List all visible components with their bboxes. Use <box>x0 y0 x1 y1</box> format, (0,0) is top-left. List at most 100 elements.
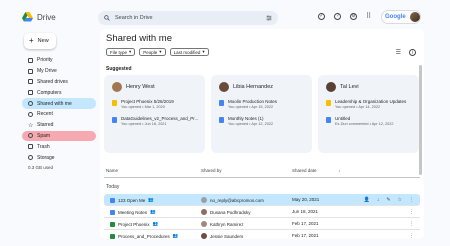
avatar <box>201 221 207 227</box>
shared-people-icon: 👥 <box>148 197 154 202</box>
download-icon[interactable]: ↓ <box>377 197 380 203</box>
row-name-cell: Project Phoenix 👥 <box>110 221 158 227</box>
more-options-icon[interactable]: ⋮ <box>409 209 414 215</box>
row-shared-by-cell: Jessie Saunders <box>201 233 243 239</box>
table-row[interactable]: 123 Open Me 👥 no_reply@abcpromos.com May… <box>104 194 420 206</box>
file-name: Meeting Notes <box>118 209 148 215</box>
app-name: Drive <box>37 12 56 22</box>
cloud-icon <box>28 155 33 161</box>
suggested-card[interactable]: Henry West Project Phoenix 5/26/2019 You… <box>104 75 205 153</box>
drive-icon <box>28 68 33 74</box>
sidebar-item-starred[interactable]: ☆ Starred <box>22 120 96 131</box>
new-button-label: New <box>37 38 49 44</box>
filter-people[interactable]: People ▾ <box>139 48 166 56</box>
row-name-cell: Process_and_Procedures 👥 <box>110 233 178 239</box>
avatar <box>409 12 420 22</box>
row-name-cell: Meeting Notes 👥 <box>110 209 156 215</box>
file-activity: You opened • Apr 15, 2022 <box>228 105 274 109</box>
file-activity: You opened • Apr 12, 2022 <box>228 122 274 126</box>
new-button[interactable]: + New <box>24 33 56 49</box>
sidebar-item-my-drive[interactable]: My Drive <box>22 66 96 77</box>
file-name: Leadership & Organization Updates <box>335 99 407 104</box>
filter-label: People <box>143 49 158 55</box>
table-row[interactable]: Meeting Notes 👥 Dusana Podhradsky Jun 18… <box>104 206 420 218</box>
more-options-icon[interactable]: ⋮ <box>409 221 414 227</box>
card-file[interactable]: Monthly Notes (1) You opened • Apr 12, 2… <box>219 116 273 126</box>
shared-people-icon: 👥 <box>150 209 156 214</box>
row-name-cell: 123 Open Me 👥 <box>110 197 154 203</box>
file-name: Project Phoenix <box>118 221 150 227</box>
edit-icon[interactable]: ✎ <box>386 197 390 203</box>
column-shared-by[interactable]: Shared by <box>201 168 222 173</box>
account-button[interactable]: Google <box>381 10 421 24</box>
docs-file-icon <box>110 197 115 203</box>
card-file[interactable]: Moolin Production Notes You opened • Apr… <box>219 99 277 109</box>
share-icon[interactable]: 👤 <box>364 197 370 203</box>
sidebar-item-trash[interactable]: Trash <box>22 141 96 152</box>
apps-grid-icon[interactable]: ⠿ <box>366 12 371 20</box>
file-activity: You opened • Mar 1, 2020 <box>121 105 165 109</box>
column-shared-date[interactable]: Shared date <box>292 168 317 173</box>
sidebar-item-spam[interactable]: Spam <box>22 130 96 142</box>
more-options-icon[interactable]: ⋮ <box>409 197 414 203</box>
sidebar-item-label: Trash <box>37 143 50 150</box>
docs-file-icon <box>112 116 117 123</box>
sidebar-item-recent[interactable]: Recent <box>22 109 96 120</box>
info-icon[interactable]: i <box>409 49 416 56</box>
card-file[interactable]: Project Phoenix 5/26/2019 You opened • M… <box>112 99 174 109</box>
shared-people-icon: 👥 <box>172 233 179 238</box>
sidebar-item-computers[interactable]: Computers <box>22 87 96 98</box>
table-row[interactable]: Process_and_Procedures 👥 Jessie Saunders… <box>104 230 420 242</box>
search-options-icon[interactable] <box>266 15 272 21</box>
help-icon[interactable]: ? <box>334 12 341 20</box>
search-input[interactable]: Search in Drive <box>115 15 261 21</box>
suggested-card[interactable]: Libia Hernandez Moolin Production Notes … <box>211 75 312 153</box>
card-file[interactable]: Untitled Ex-Duri commented • Apr 12, 202… <box>326 116 394 126</box>
shared-by-name: Kathryn Ramirez <box>210 221 244 227</box>
spam-icon <box>28 133 33 139</box>
computer-icon <box>28 90 33 96</box>
row-shared-by-cell: Kathryn Ramirez <box>201 221 244 227</box>
priority-icon <box>28 57 33 63</box>
file-name: Monthly Notes (1) <box>228 116 264 121</box>
filter-last-modified[interactable]: Last modified ▾ <box>169 48 209 56</box>
sidebar-item-label: Priority <box>37 57 53 64</box>
sidebar-item-label: Starred <box>37 122 54 129</box>
scrollbar[interactable] <box>419 65 422 175</box>
list-view-icon[interactable]: ☰ <box>396 49 401 56</box>
sidebar-item-shared-drives[interactable]: Shared drives <box>22 77 96 88</box>
more-options-icon[interactable]: ⋮ <box>409 233 414 239</box>
file-activity: You opened • Jun 18, 2021 <box>121 122 167 126</box>
sidebar-item-shared-with-me[interactable]: Shared with me <box>22 98 96 109</box>
sidebar-item-priority[interactable]: Priority <box>22 55 96 66</box>
card-file[interactable]: DataGuidelines_v2_Process_and_Pr... You … <box>112 116 198 126</box>
shared-date: May 20, 2021 <box>292 197 320 202</box>
app-logo[interactable]: Drive <box>22 12 56 22</box>
star-icon[interactable]: ☆ <box>398 197 402 203</box>
sidebar-item-label: Shared with me <box>37 100 72 107</box>
offline-status-icon[interactable]: ✓ <box>318 12 325 20</box>
person-avatar <box>326 82 336 92</box>
sidebar-item-label: Spam <box>37 132 51 139</box>
trash-icon <box>28 144 33 150</box>
sidebar: Priority My Drive Shared drives Computer… <box>22 55 96 170</box>
filter-label: File type <box>110 49 128 55</box>
file-name: 123 Open Me <box>118 197 146 203</box>
file-activity: You opened • Apr 14, 2022 <box>335 105 381 109</box>
filter-file-type[interactable]: File type ▾ <box>106 48 136 56</box>
shared-people-icon: 👥 <box>152 221 159 226</box>
clock-icon <box>28 111 33 117</box>
table-row[interactable]: Project Phoenix 👥 Kathryn Ramirez Feb 17… <box>104 218 420 230</box>
settings-gear-icon[interactable]: ⚙ <box>350 12 357 20</box>
sidebar-item-label: Storage <box>37 154 55 161</box>
search-bar[interactable]: Search in Drive <box>98 11 278 25</box>
sort-arrow-down-icon[interactable]: ↓ <box>338 168 340 173</box>
row-actions: ⋮ <box>409 209 414 215</box>
person-name: Libia Hernandez <box>233 84 274 90</box>
sidebar-item-storage[interactable]: Storage <box>22 152 96 163</box>
column-name[interactable]: Name <box>106 168 118 173</box>
google-wordmark: Google <box>385 14 406 20</box>
card-file[interactable]: Leadership & Organization Updates You op… <box>326 99 406 109</box>
filter-label: Last modified <box>173 49 201 55</box>
suggested-card[interactable]: Tal Levi Leadership & Organization Updat… <box>318 75 419 153</box>
